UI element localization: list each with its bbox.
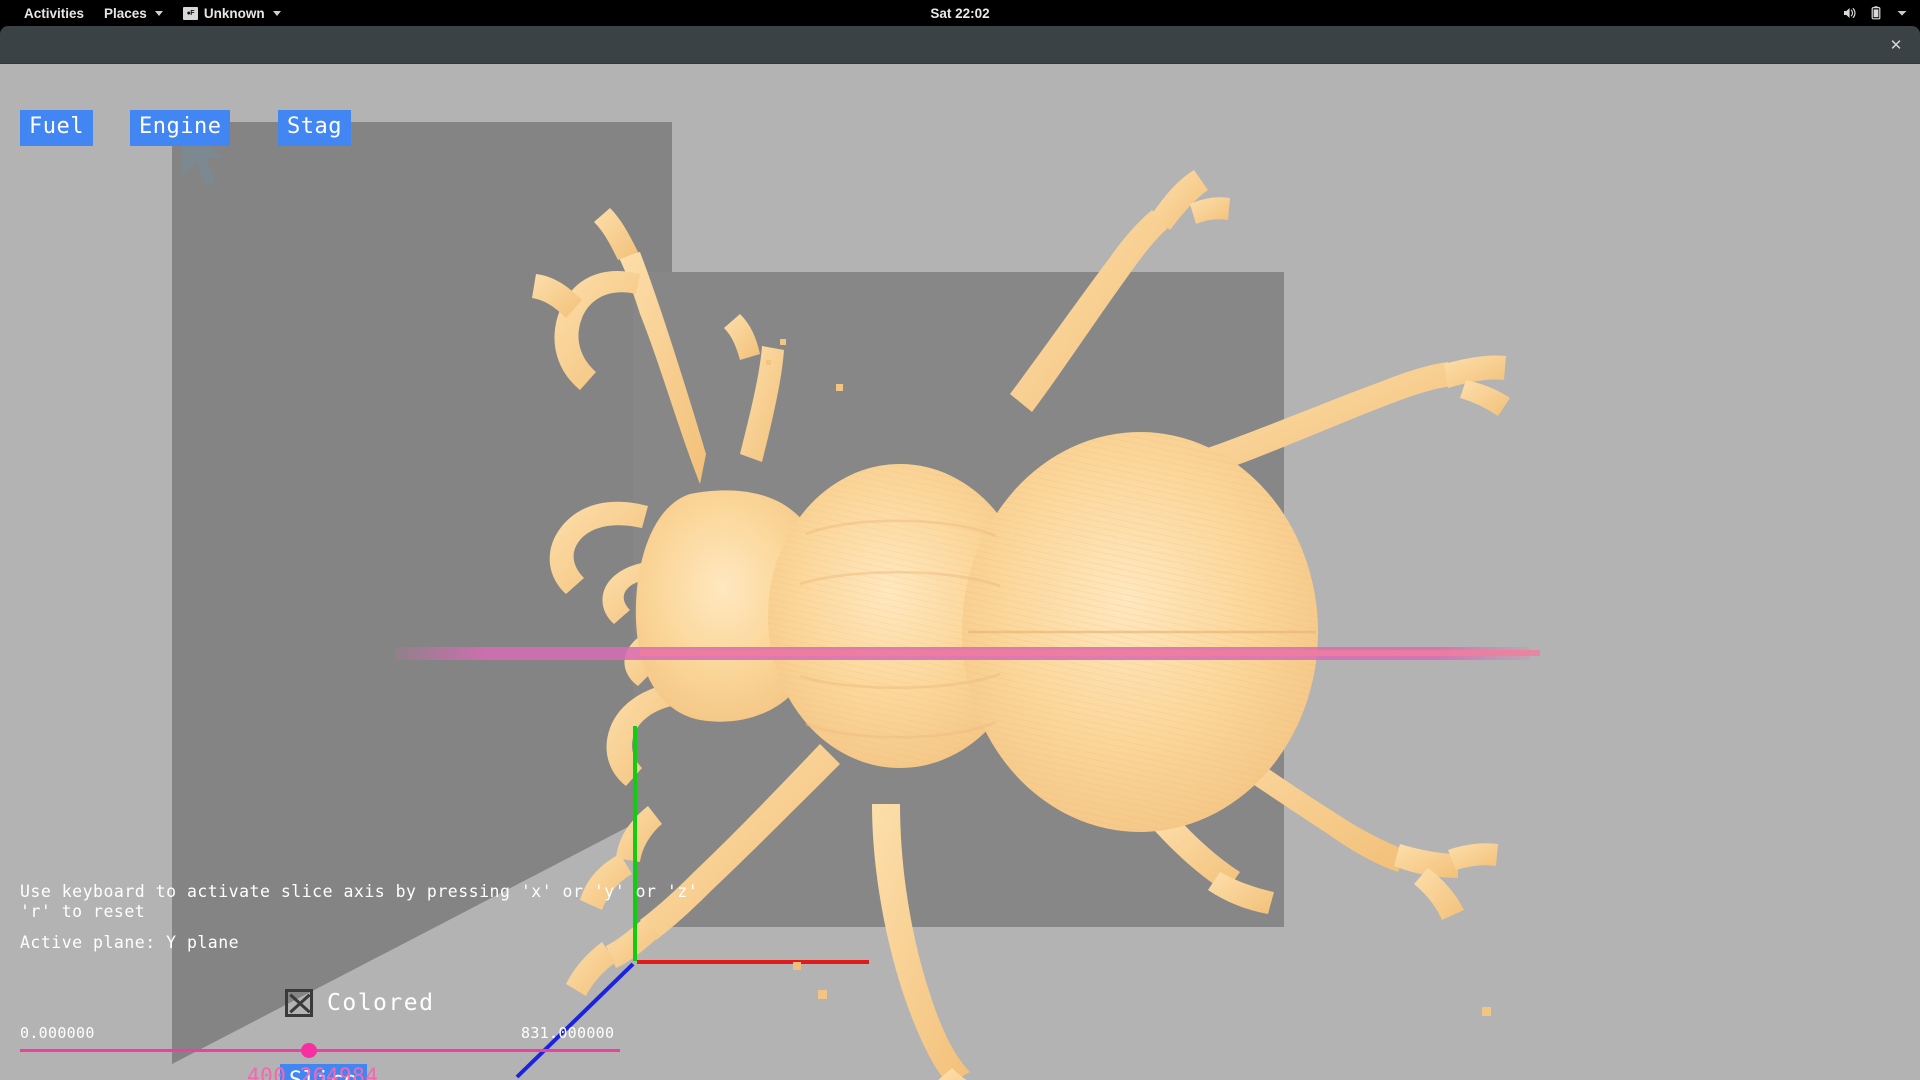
window-titlebar[interactable]: ✕ bbox=[0, 26, 1920, 64]
stag-button[interactable]: Stag bbox=[278, 110, 351, 146]
desktop-screen: Activities Places ●F Unknown Sat 22:02 ✕… bbox=[0, 0, 1920, 1080]
slider-handle[interactable] bbox=[301, 1043, 317, 1058]
clock-label[interactable]: Sat 22:02 bbox=[930, 6, 989, 21]
colored-checkbox-label: Colored bbox=[327, 990, 435, 1016]
slider-max-label: 831.000000 bbox=[521, 1024, 615, 1042]
help-text-line-2: 'r' to reset bbox=[20, 902, 146, 921]
chevron-down-icon bbox=[272, 10, 281, 16]
app-menu-label: Unknown bbox=[203, 5, 265, 21]
help-text-line-1: Use keyboard to activate slice axis by p… bbox=[20, 882, 699, 901]
speaker-icon bbox=[1842, 5, 1858, 21]
system-menu-icon[interactable] bbox=[1894, 5, 1910, 21]
active-plane-status: Active plane: Y plane bbox=[20, 933, 240, 952]
3d-scene bbox=[0, 64, 1920, 1080]
app-icon: ●F bbox=[182, 6, 198, 20]
close-icon[interactable]: ✕ bbox=[1884, 33, 1908, 57]
system-tray[interactable] bbox=[1842, 0, 1910, 26]
colored-checkbox[interactable] bbox=[285, 989, 313, 1017]
activities-button[interactable]: Activities bbox=[14, 0, 94, 26]
places-menu[interactable]: Places bbox=[94, 0, 173, 26]
slider-min-label: 0.000000 bbox=[20, 1024, 95, 1042]
app-menu[interactable]: ●F Unknown bbox=[173, 0, 291, 26]
chevron-down-icon bbox=[154, 10, 163, 16]
engine-button[interactable]: Engine bbox=[130, 110, 231, 146]
places-label: Places bbox=[104, 5, 147, 21]
scene-svg bbox=[0, 64, 1920, 1080]
application-window: ✕ Fuel Engine Stag Use keyboard to activ… bbox=[0, 26, 1920, 1080]
fuel-button[interactable]: Fuel bbox=[20, 110, 93, 146]
colored-checkbox-row[interactable]: Colored bbox=[285, 989, 434, 1017]
activities-label: Activities bbox=[24, 5, 85, 21]
slice-slider[interactable]: 0.000000 831.000000 400.264984 bbox=[0, 1014, 640, 1080]
gnome-top-bar: Activities Places ●F Unknown Sat 22:02 bbox=[0, 0, 1920, 26]
render-viewport[interactable]: Fuel Engine Stag Slice Use keyboard to a… bbox=[0, 64, 1920, 1080]
slider-track[interactable] bbox=[20, 1049, 620, 1052]
battery-icon bbox=[1868, 5, 1884, 21]
slider-value-label: 400.264984 bbox=[247, 1064, 379, 1080]
